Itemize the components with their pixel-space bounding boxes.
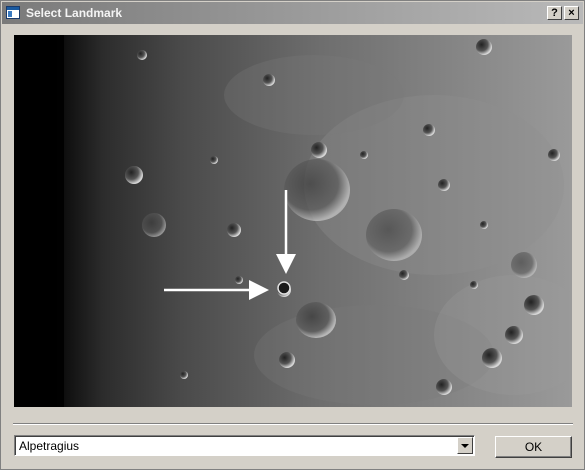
ok-button[interactable]: OK bbox=[495, 436, 572, 458]
window-title: Select Landmark bbox=[26, 6, 123, 20]
divider bbox=[13, 423, 573, 425]
dropdown-button[interactable] bbox=[457, 437, 473, 454]
close-icon: × bbox=[568, 7, 575, 19]
dialog-window-icon bbox=[6, 6, 20, 19]
landmark-dropdown-value: Alpetragius bbox=[19, 439, 80, 453]
chevron-down-icon bbox=[461, 444, 469, 448]
close-button[interactable]: × bbox=[564, 6, 579, 20]
moon-photo bbox=[14, 35, 572, 407]
landmark-dropdown[interactable]: Alpetragius bbox=[14, 435, 475, 456]
help-button[interactable]: ? bbox=[547, 6, 562, 20]
help-icon: ? bbox=[551, 7, 558, 19]
title-bar[interactable]: Select Landmark ? × bbox=[2, 2, 583, 24]
select-landmark-dialog: Select Landmark ? × Alpetragius OK bbox=[0, 0, 585, 470]
landmark-image[interactable] bbox=[14, 35, 572, 407]
